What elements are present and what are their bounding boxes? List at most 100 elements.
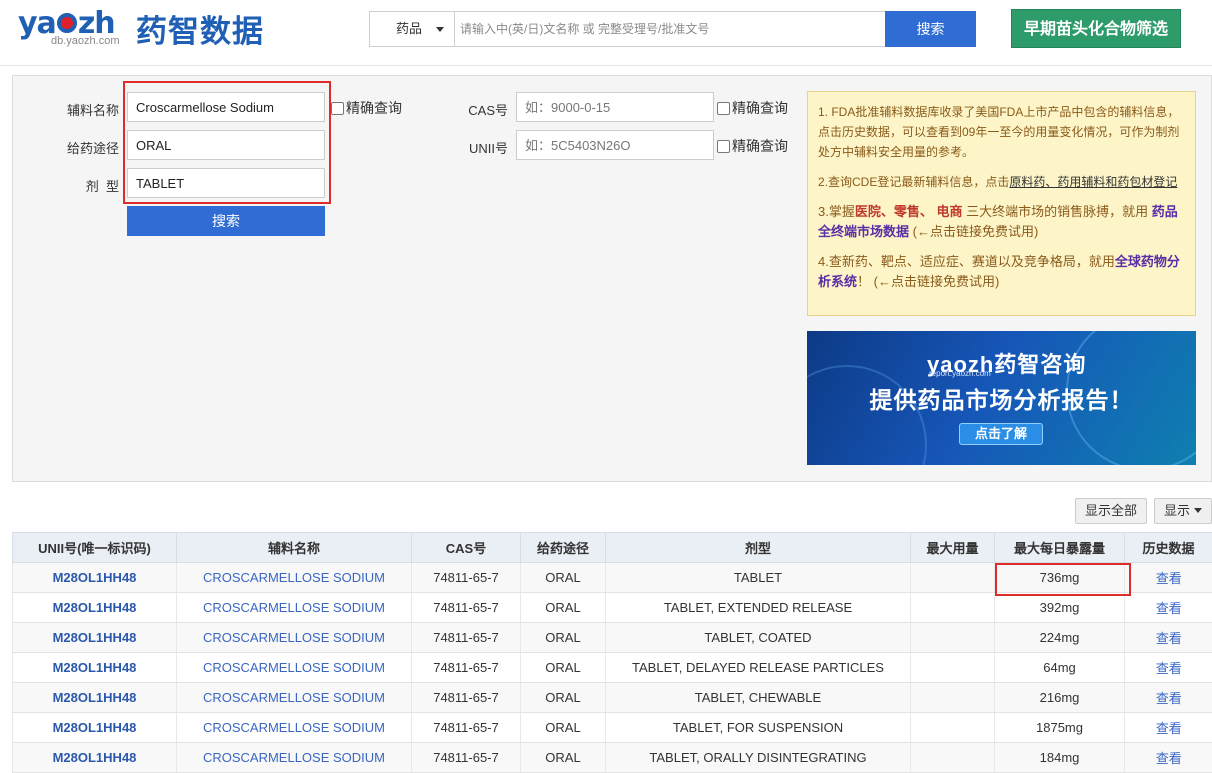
filter-search-button[interactable]: 搜索	[127, 206, 325, 236]
daily-exposure-cell: 392mg	[994, 592, 1125, 623]
excipient-label: 辅料名称	[66, 103, 119, 118]
excipient-name-cell[interactable]: CROSCARMELLOSE SODIUM	[176, 742, 412, 773]
form-cell: TABLET	[605, 562, 911, 593]
banner-title: 提供药品市场分析报告！	[869, 387, 1134, 413]
caret-down-icon	[1194, 508, 1202, 513]
col-header-history[interactable]: 历史数据	[1124, 532, 1212, 563]
daily-exposure-cell: 184mg	[994, 742, 1125, 773]
notice-text: 3.掌握	[818, 204, 855, 219]
max-cell	[910, 562, 995, 593]
excipient-name-cell[interactable]: CROSCARMELLOSE SODIUM	[176, 592, 412, 623]
notice-item-2: 2.查询CDE登记最新辅料信息，点击原料药、药用辅料和药包材登记	[818, 172, 1185, 192]
search-type-select[interactable]: 药品	[370, 12, 455, 46]
compound-screen-button[interactable]: 早期苗头化合物筛选	[1011, 9, 1181, 48]
history-link[interactable]: 查看	[1124, 652, 1212, 683]
logo-subtitle: db.yaozh.com	[51, 35, 120, 47]
max-cell	[910, 622, 995, 653]
consulting-banner[interactable]: yaozh药智咨询 report.yaozh.com 提供药品市场分析报告！ 点…	[807, 331, 1196, 465]
history-link[interactable]: 查看	[1124, 622, 1212, 653]
global-search-button[interactable]: 搜索	[885, 11, 976, 47]
cde-registration-link[interactable]: 原料药、药用辅料和药包材登记	[1009, 175, 1177, 189]
col-header-max[interactable]: 最大用量	[910, 532, 995, 563]
history-link[interactable]: 查看	[1124, 712, 1212, 743]
unii-cell[interactable]: M28OL1HH48	[12, 652, 177, 683]
col-header-route[interactable]: 给药途径	[520, 532, 606, 563]
site-logo[interactable]: ya zh 药智数据 db.yaozh.com	[18, 6, 288, 52]
form-cell: TABLET, DELAYED RELEASE PARTICLES	[605, 652, 911, 683]
unii-cell[interactable]: M28OL1HH48	[12, 622, 177, 653]
notice-text: 2.查询CDE登记最新辅料信息，点击	[818, 175, 1010, 189]
excipient-name-cell[interactable]: CROSCARMELLOSE SODIUM	[176, 562, 412, 593]
exact-query-checkbox[interactable]: 精确查询	[331, 98, 402, 118]
route-cell: ORAL	[520, 562, 606, 593]
excipient-name-cell[interactable]: CROSCARMELLOSE SODIUM	[176, 622, 412, 653]
cas-cell: 74811-65-7	[411, 562, 521, 593]
global-search: 药品 搜索	[369, 11, 976, 47]
table-header-row: UNII号(唯一标识码) 辅料名称 CAS号 给药途径 剂型 最大用量 最大每日…	[12, 532, 1212, 563]
max-cell	[910, 742, 995, 773]
unii-cell[interactable]: M28OL1HH48	[12, 742, 177, 773]
form-cell: TABLET, ORALLY DISINTEGRATING	[605, 742, 911, 773]
daily-exposure-cell: 736mg	[994, 562, 1125, 593]
unii-cell[interactable]: M28OL1HH48	[12, 592, 177, 623]
route-label: 给药途径	[66, 141, 119, 156]
route-cell: ORAL	[520, 592, 606, 623]
notice-bold: 医院、零售、 电商	[854, 204, 963, 219]
form-cell: TABLET, FOR SUSPENSION	[605, 712, 911, 743]
col-header-daily[interactable]: 最大每日暴露量	[994, 532, 1125, 563]
excipient-name-cell[interactable]: CROSCARMELLOSE SODIUM	[176, 652, 412, 683]
cas-exact-checkbox[interactable]: 精确查询	[717, 98, 788, 118]
route-cell: ORAL	[520, 742, 606, 773]
cas-cell: 74811-65-7	[411, 592, 521, 623]
max-cell	[910, 712, 995, 743]
daily-exposure-cell: 216mg	[994, 682, 1125, 713]
daily-exposure-cell: 224mg	[994, 622, 1125, 653]
table-row: M28OL1HH48 CROSCARMELLOSE SODIUM 74811-6…	[12, 742, 1212, 773]
history-link[interactable]: 查看	[1124, 592, 1212, 623]
notice-item-3: 3.掌握医院、零售、 电商 三大终端市场的销售脉搏，就用 药品全终端市场数据 (…	[818, 202, 1185, 242]
max-cell	[910, 682, 995, 713]
unii-input[interactable]	[516, 130, 714, 160]
dosage-form-label: 剂 型	[85, 179, 119, 194]
table-row: M28OL1HH48 CROSCARMELLOSE SODIUM 74811-6…	[12, 682, 1212, 713]
col-header-cas[interactable]: CAS号	[411, 532, 521, 563]
unii-cell[interactable]: M28OL1HH48	[12, 712, 177, 743]
unii-label: UNII号	[468, 141, 508, 156]
unii-cell[interactable]: M28OL1HH48	[12, 682, 177, 713]
show-columns-label: 显示	[1163, 503, 1190, 518]
notice-text: 4.查新药、靶点、适应症、赛道以及竞争格局，就用	[818, 254, 1115, 269]
cas-label: CAS号	[468, 103, 508, 118]
show-columns-button[interactable]: 显示	[1154, 498, 1212, 524]
unii-cell[interactable]: M28OL1HH48	[12, 562, 177, 593]
col-header-name[interactable]: 辅料名称	[176, 532, 412, 563]
cas-cell: 74811-65-7	[411, 622, 521, 653]
cas-cell: 74811-65-7	[411, 742, 521, 773]
global-search-input[interactable]	[456, 12, 884, 46]
history-link[interactable]: 查看	[1124, 742, 1212, 773]
col-header-form[interactable]: 剂型	[605, 532, 911, 563]
banner-decoration	[807, 365, 927, 465]
checkbox-icon	[717, 102, 730, 115]
form-cell: TABLET, CHEWABLE	[605, 682, 911, 713]
max-cell	[910, 652, 995, 683]
history-link[interactable]: 查看	[1124, 562, 1212, 593]
show-all-button[interactable]: 显示全部	[1075, 498, 1147, 524]
filter-panel: 辅料名称 给药途径 剂 型 精确查询 搜索 CAS号 精确查询 UNII号 精确…	[12, 75, 1212, 482]
unii-exact-checkbox[interactable]: 精确查询	[717, 136, 788, 156]
notice-box: 1. FDA批准辅料数据库收录了美国FDA上市产品中包含的辅料信息，点击历史数据…	[807, 91, 1196, 316]
cas-cell: 74811-65-7	[411, 712, 521, 743]
excipient-name-cell[interactable]: CROSCARMELLOSE SODIUM	[176, 712, 412, 743]
excipient-name-cell[interactable]: CROSCARMELLOSE SODIUM	[176, 682, 412, 713]
notice-text: 三大终端市场的销售脉搏，就用	[962, 204, 1152, 219]
banner-learn-more-button[interactable]: 点击了解	[959, 423, 1043, 445]
route-cell: ORAL	[520, 652, 606, 683]
cas-input[interactable]	[516, 92, 714, 122]
cas-cell: 74811-65-7	[411, 652, 521, 683]
notice-item-1: 1. FDA批准辅料数据库收录了美国FDA上市产品中包含的辅料信息，点击历史数据…	[818, 105, 1180, 159]
col-header-unii[interactable]: UNII号(唯一标识码)	[12, 532, 177, 563]
daily-exposure-cell: 1875mg	[994, 712, 1125, 743]
banner-subtitle: report.yaozh.com	[929, 369, 991, 378]
excipient-results-table: UNII号(唯一标识码) 辅料名称 CAS号 给药途径 剂型 最大用量 最大每日…	[12, 532, 1212, 773]
exact-query-label: 精确查询	[732, 138, 788, 154]
history-link[interactable]: 查看	[1124, 682, 1212, 713]
